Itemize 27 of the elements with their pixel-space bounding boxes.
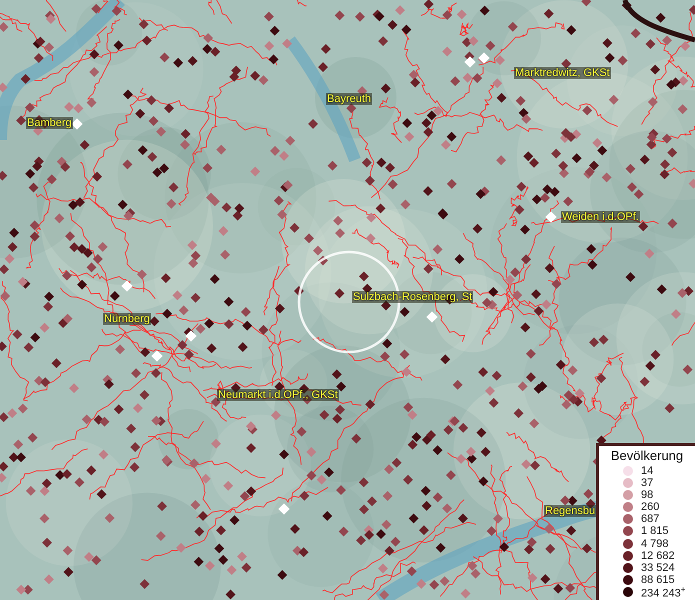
legend-label: 234 243$^{+}$: [641, 584, 686, 600]
legend-label: 1 815: [641, 525, 669, 538]
place-label: Bamberg: [26, 117, 73, 129]
legend-label: 687: [641, 513, 660, 526]
place-label: Regensbu: [544, 505, 596, 517]
legend-label: 33 524: [641, 562, 675, 574]
place-marker-icon: [545, 211, 557, 223]
place-label: Neumarkt i.d.OPf., GKSt: [217, 389, 339, 401]
legend-label: 88 615: [641, 574, 675, 586]
legend-label: 37: [641, 477, 654, 490]
legend-label: 12 682: [641, 550, 675, 562]
legend-title: Bevölkerung: [610, 448, 684, 463]
place-label: Bayreuth: [326, 93, 372, 105]
place-marker-icon: [426, 311, 438, 323]
place-label: Nürnberg: [103, 313, 151, 325]
place-label: Sulzbach-Rosenberg, St: [352, 291, 474, 303]
place-label: Marktredwitz, GKSt: [514, 67, 611, 79]
legend-label: 260: [641, 501, 660, 514]
legend-label: 14: [641, 465, 654, 478]
place-marker-icon: [151, 350, 163, 362]
place-marker-icon: [71, 118, 83, 130]
legend-label: 98: [641, 489, 654, 502]
place-marker-icon: [278, 503, 290, 515]
place-marker-icon: [121, 280, 133, 292]
legend-label: 4 798: [641, 538, 669, 550]
place-marker-icon: [478, 52, 490, 64]
place-label: Weiden i.d.OPf.: [561, 211, 640, 223]
